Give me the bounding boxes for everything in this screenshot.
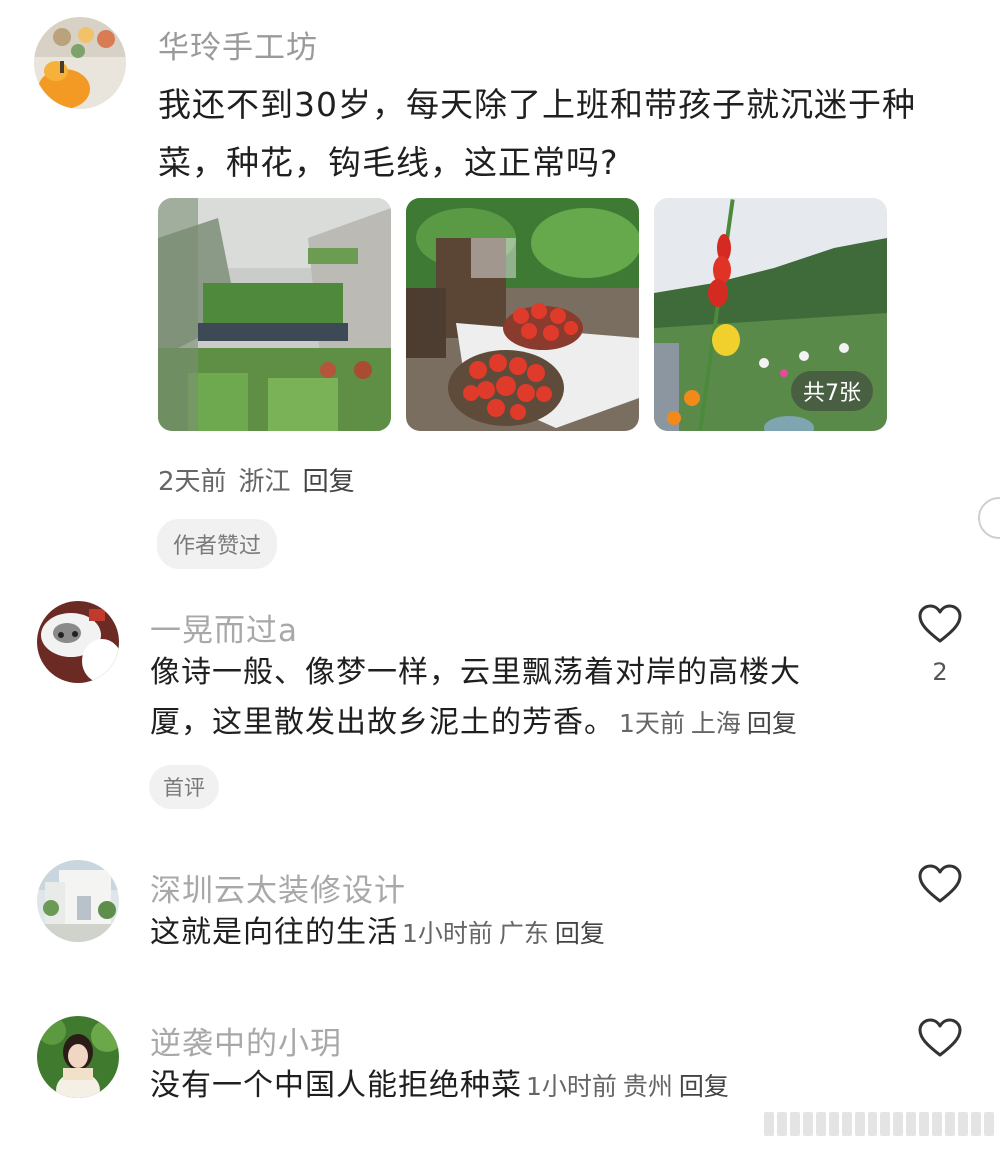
heart-outline-icon	[918, 864, 962, 903]
comment-author-name[interactable]: 深圳云太装修设计	[150, 865, 406, 910]
like-button[interactable]	[917, 603, 963, 645]
comment-avatar[interactable]	[37, 860, 119, 942]
heart-outline-icon	[918, 1018, 962, 1057]
comment-reply-button[interactable]: 回复	[679, 1072, 729, 1101]
post-author-name[interactable]: 华玲手工坊	[158, 22, 318, 67]
post-photo-strawberries[interactable]	[406, 198, 639, 431]
comment-time: 1天前	[619, 709, 685, 738]
comment-author-name[interactable]: 一晃而过a	[150, 605, 298, 650]
post-location: 浙江	[238, 467, 291, 497]
post-time: 2天前	[158, 467, 227, 497]
comment-meta: 1小时前 贵州 回复	[526, 1072, 735, 1101]
comment-text: 没有一个中国人能拒绝种菜 1小时前 贵州 回复	[150, 1061, 890, 1112]
post-photo-garden[interactable]	[158, 198, 391, 431]
post-meta: 2天前 浙江 回复	[158, 461, 367, 498]
comment-avatar[interactable]	[37, 601, 119, 683]
heart-outline-icon	[918, 604, 962, 643]
like-button[interactable]	[917, 1017, 963, 1059]
comment-time: 1小时前	[526, 1072, 617, 1101]
comment-body: 没有一个中国人能拒绝种菜	[150, 1068, 522, 1103]
first-comment-badge: 首评	[149, 765, 219, 809]
like-count: 2	[932, 658, 948, 686]
photo-count-badge: 共7张	[791, 371, 873, 411]
comment-location: 贵州	[622, 1072, 673, 1101]
comment-reply-button[interactable]: 回复	[555, 919, 605, 948]
post-photo-flowers[interactable]: 共7张	[654, 198, 887, 431]
comment-location: 广东	[498, 919, 549, 948]
post-reply-button[interactable]: 回复	[303, 467, 355, 497]
comment-meta: 1天前 上海 回复	[619, 709, 803, 738]
like-button[interactable]	[917, 863, 963, 905]
watermark	[764, 1109, 994, 1139]
comment-body: 这就是向往的生活	[150, 915, 398, 950]
comment-text: 像诗一般、像梦一样，云里飘荡着对岸的高楼大厦，这里散发出故乡泥土的芳香。 1天前上…	[150, 648, 855, 749]
author-liked-badge: 作者赞过	[157, 519, 278, 569]
comment-time: 1小时前	[402, 919, 493, 948]
post-author-avatar[interactable]	[34, 17, 126, 109]
comment-text: 这就是向往的生活 1小时前 广东 回复	[150, 908, 890, 959]
comment-meta: 1小时前 广东 回复	[402, 919, 611, 948]
comment-location: 上海	[690, 709, 741, 738]
comment-avatar[interactable]	[37, 1016, 119, 1098]
comment-author-name[interactable]: 逆袭中的小玥	[150, 1018, 342, 1063]
post-body-text: 我还不到30岁，每天除了上班和带孩子就沉迷于种菜，种花，钩毛线，这正常吗?	[158, 85, 916, 182]
comment-reply-button[interactable]: 回复	[747, 709, 797, 738]
scroll-handle[interactable]	[978, 497, 1000, 539]
